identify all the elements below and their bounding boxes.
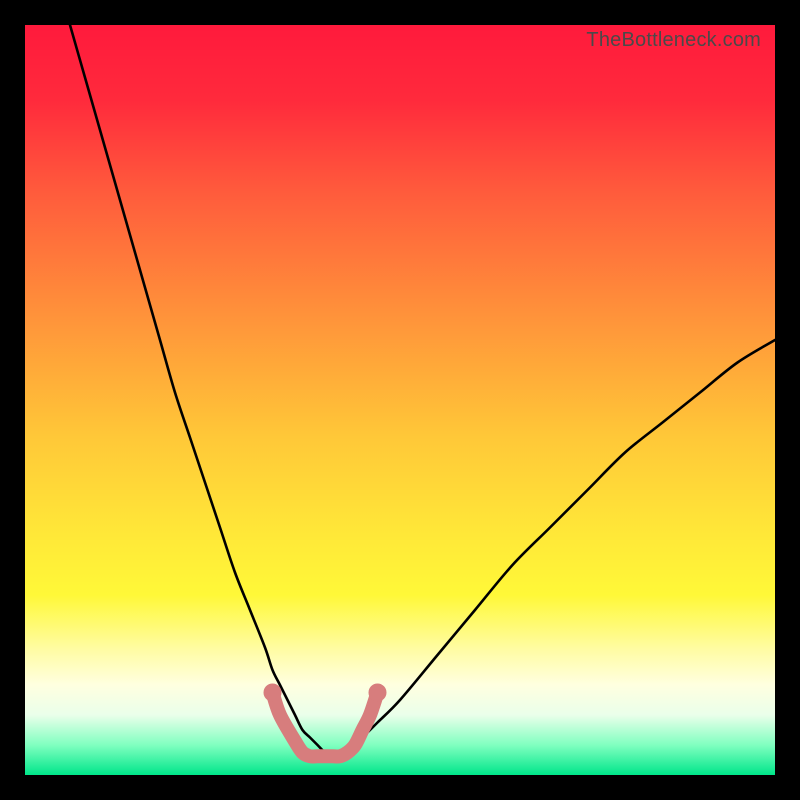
chart-svg bbox=[25, 25, 775, 775]
marker-dot bbox=[369, 684, 387, 702]
chart-root: TheBottleneck.com bbox=[0, 0, 800, 800]
bottleneck-curve bbox=[70, 25, 775, 757]
marker-dot bbox=[264, 684, 282, 702]
plot-area: TheBottleneck.com bbox=[25, 25, 775, 775]
